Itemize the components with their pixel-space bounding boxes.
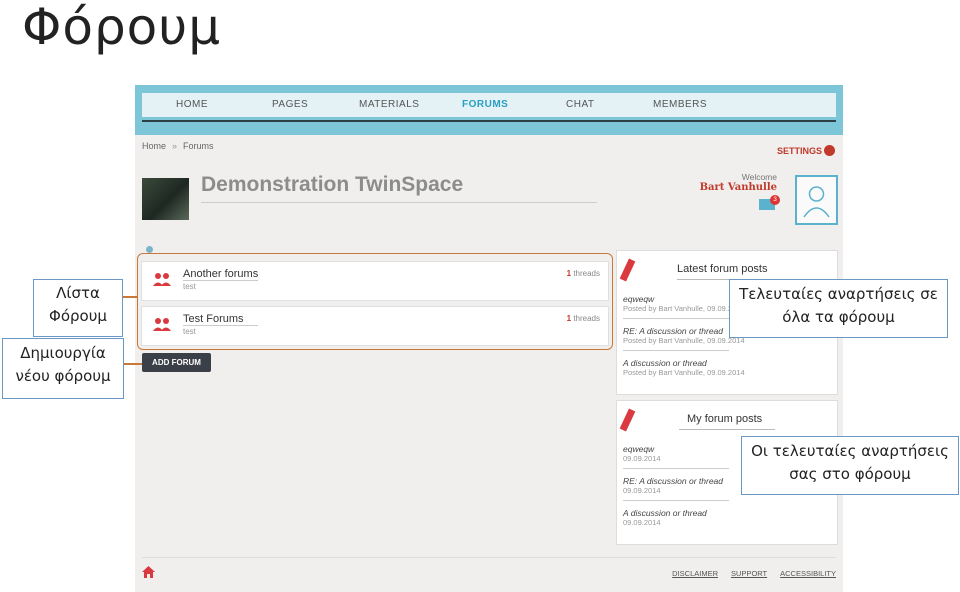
twinspace-page: HOME PAGES MATERIALS FORUMS CHAT MEMBERS… [135,85,843,592]
post-divider [623,468,729,469]
footer-link-disclaimer[interactable]: DISCLAIMER [672,569,718,578]
post-item[interactable]: A discussion or thread 09.09.2014 [623,508,733,527]
avatar[interactable] [795,175,838,225]
breadcrumb: Home » Forums [142,141,214,151]
user-silhouette-icon [803,186,830,218]
post-title[interactable]: RE: A discussion or thread [623,326,733,336]
post-item[interactable]: RE: A discussion or thread 09.09.2014 [623,476,733,495]
title-divider [201,202,597,203]
post-divider [623,500,729,501]
callout-create-forum: Δημιουργία νέου φόρουμ [2,338,124,399]
post-item[interactable]: eqweqw 09.09.2014 [623,444,733,463]
post-title[interactable]: A discussion or thread [623,358,733,368]
breadcrumb-current: Forums [183,141,214,151]
breadcrumb-separator: » [172,141,178,151]
footer-link-accessibility[interactable]: ACCESSIBILITY [780,569,836,578]
main-nav: HOME PAGES MATERIALS FORUMS CHAT MEMBERS [142,93,836,117]
settings-label: SETTINGS [776,146,822,156]
callout-latest-all: Τελευταίες αναρτήσεις σε όλα τα φόρουμ [729,279,948,338]
post-title[interactable]: eqweqw [623,444,733,454]
footer-links: DISCLAIMER SUPPORT ACCESSIBILITY [659,569,836,578]
space-thumbnail [142,178,189,220]
callout-forum-list: Λίστα Φόρουμ [33,279,123,337]
nav-members[interactable]: MEMBERS [653,99,707,110]
welcome-text: Welcome [741,172,777,182]
post-meta: Posted by Bart Vanhulle, 09.09.2014 [623,304,745,313]
forum-list-highlight [137,253,613,350]
post-meta: 09.09.2014 [623,518,661,527]
post-meta: 09.09.2014 [623,454,661,463]
nav-divider [142,120,836,122]
post-title[interactable]: RE: A discussion or thread [623,476,733,486]
post-title[interactable]: eqweqw [623,294,733,304]
connector-forum-list [123,296,138,298]
nav-chat[interactable]: CHAT [566,99,594,110]
gear-icon [824,145,835,156]
pencil-icon [619,408,636,432]
info-icon[interactable] [146,246,153,253]
footer-divider [142,557,836,558]
latest-posts-title: Latest forum posts [677,263,768,275]
connector-create-forum [123,363,142,365]
post-divider [623,350,729,351]
callout-your-latest: Οι τελευταίες αναρτήσεις σας στο φόρουμ [741,436,959,495]
space-title: Demonstration TwinSpace [201,173,464,196]
nav-forums[interactable]: FORUMS [462,99,508,110]
home-icon[interactable] [142,566,155,578]
post-meta: Posted by Bart Vanhulle, 09.09.2014 [623,336,745,345]
nav-pages[interactable]: PAGES [272,99,308,110]
post-item[interactable]: eqweqw Posted by Bart Vanhulle, 09.09.20… [623,294,745,313]
breadcrumb-home[interactable]: Home [142,141,166,151]
mail-badge: 3 [770,195,780,205]
settings-button[interactable]: SETTINGS [777,145,835,156]
slide-title: Φόρουμ [22,0,222,56]
post-meta: 09.09.2014 [623,486,661,495]
nav-materials[interactable]: MATERIALS [359,99,419,110]
post-item[interactable]: A discussion or thread Posted by Bart Va… [623,358,745,377]
post-title[interactable]: A discussion or thread [623,508,733,518]
add-forum-button[interactable]: ADD FORUM [142,353,211,372]
my-posts-title: My forum posts [687,413,763,425]
post-meta: Posted by Bart Vanhulle, 09.09.2014 [623,368,745,377]
post-divider [623,318,729,319]
footer-link-support[interactable]: SUPPORT [731,569,767,578]
nav-home[interactable]: HOME [176,99,208,110]
panel-title-divider [679,429,775,430]
user-name[interactable]: Bart Vanhulle [655,182,777,193]
pencil-icon [619,258,636,282]
post-item[interactable]: RE: A discussion or thread Posted by Bar… [623,326,745,345]
